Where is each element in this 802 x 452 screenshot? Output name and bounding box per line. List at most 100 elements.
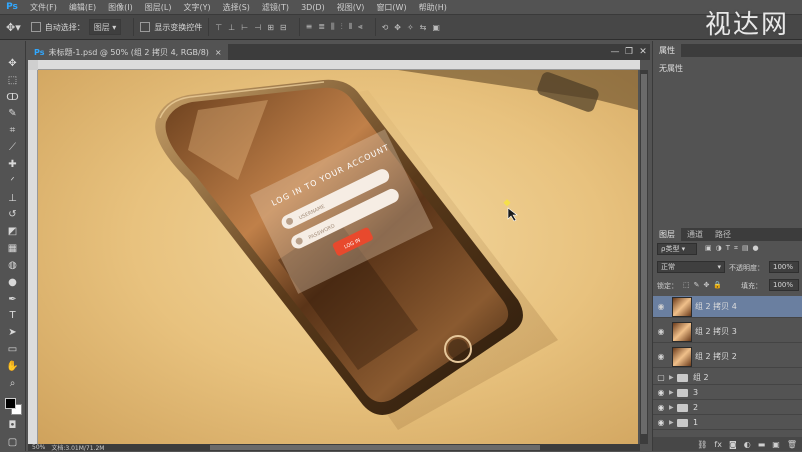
horizontal-scroll-thumb[interactable] [210, 445, 540, 450]
tab-layers[interactable]: 图层 [653, 228, 681, 241]
color-swatches[interactable] [3, 396, 23, 418]
distribute-icons[interactable]: ≡≣⫼⫶⫴⫷ [306, 22, 369, 32]
document-canvas[interactable]: LOG IN TO YOUR ACCOUNT USERNAME PASSWORD… [38, 70, 638, 444]
move-tool-icon[interactable]: ✥ [4, 55, 22, 72]
eraser-tool-icon[interactable]: ◩ [4, 223, 22, 240]
vertical-scroll-thumb[interactable] [641, 74, 647, 434]
quick-mask-icon[interactable]: ◘ [4, 417, 22, 434]
window-close-button[interactable]: ✕ [636, 47, 650, 57]
folder-icon [677, 403, 688, 412]
tab-paths[interactable]: 路径 [709, 228, 737, 241]
mask-icon[interactable]: ◙ [729, 440, 737, 449]
new-group-icon[interactable]: ▬ [758, 440, 766, 449]
tab-channels[interactable]: 通道 [681, 228, 709, 241]
group-row[interactable]: ◉ ▶ 3 [653, 386, 802, 400]
photoshop-logo: Ps [6, 2, 18, 12]
show-transform-checkbox[interactable] [140, 22, 151, 32]
eye-icon[interactable]: ◉ [653, 327, 669, 336]
vertical-ruler [28, 70, 38, 444]
menu-edit[interactable]: 编辑(E) [63, 2, 102, 13]
shape-tool-icon[interactable]: ▭ [4, 341, 22, 358]
options-bar: ✥▾ 自动选择： 图层 ▾ 显示变换控件 ⊤⊥⊢⊣⊞⊟ ≡≣⫼⫶⫴⫷ ⟲✥✧⇆▣ [0, 14, 802, 40]
menu-file[interactable]: 文件(F) [24, 2, 63, 13]
minimize-button[interactable]: — [608, 47, 622, 57]
lasso-tool-icon[interactable]: ↀ [4, 89, 22, 106]
layer-row[interactable]: ◉ 组 2 拷贝 2 [653, 346, 802, 368]
move-tool-icon[interactable]: ✥▾ [6, 21, 21, 34]
type-tool-icon[interactable]: T [4, 307, 22, 324]
align-icons[interactable]: ⊤⊥⊢⊣⊞⊟ [215, 23, 292, 32]
document-tab[interactable]: Ps 未标题-1.psd @ 50% (组 2 拷贝 4, RGB/8) × [28, 44, 228, 60]
properties-tabs: 属性 [653, 44, 802, 57]
menu-select[interactable]: 选择(S) [217, 2, 256, 13]
group-row[interactable]: ◉ ▶ 2 [653, 401, 802, 415]
eyedropper-tool-icon[interactable]: ⟋ [4, 139, 22, 156]
menu-type[interactable]: 文字(Y) [177, 2, 216, 13]
new-layer-icon[interactable]: ▣ [772, 440, 780, 449]
tab-properties[interactable]: 属性 [653, 44, 681, 57]
quick-select-tool-icon[interactable]: ✎ [4, 105, 22, 122]
screen-mode-icon[interactable]: ▢ [4, 434, 22, 451]
eye-hidden-icon[interactable]: ▢ [653, 373, 669, 382]
layer-row[interactable]: ◉ 组 2 拷贝 3 [653, 321, 802, 343]
vertical-scrollbar[interactable] [640, 70, 648, 444]
eye-icon[interactable]: ◉ [653, 403, 669, 412]
eye-icon[interactable]: ◉ [653, 388, 669, 397]
eye-icon[interactable]: ◉ [653, 302, 669, 311]
dodge-tool-icon[interactable]: ● [4, 274, 22, 291]
layer-filter-dropdown[interactable]: ρ类型 ▾ [657, 243, 697, 255]
fx-icon[interactable]: fx [714, 440, 722, 449]
lock-label: 锁定： [657, 282, 678, 290]
opacity-input[interactable]: 100% [769, 261, 799, 273]
eye-icon[interactable]: ◉ [653, 418, 669, 427]
auto-select-checkbox[interactable] [30, 22, 41, 32]
auto-select-target-dropdown[interactable]: 图层 ▾ [88, 19, 122, 35]
eye-icon[interactable]: ◉ [653, 352, 669, 361]
blend-mode-dropdown[interactable]: 正常 ▾ [657, 261, 725, 273]
zoom-tool-icon[interactable]: ⌕ [4, 375, 22, 392]
fill-input[interactable]: 100% [769, 279, 799, 291]
expand-arrow-icon[interactable]: ▶ [669, 404, 677, 411]
menu-help[interactable]: 帮助(H) [413, 2, 453, 13]
path-select-tool-icon[interactable]: ➤ [4, 324, 22, 341]
menu-window[interactable]: 窗口(W) [370, 2, 412, 13]
stamp-tool-icon[interactable]: ⊥ [4, 190, 22, 207]
zoom-level[interactable]: 50% [32, 444, 45, 451]
gradient-tool-icon[interactable]: ▦ [4, 240, 22, 257]
layer-name: 组 2 拷贝 3 [695, 327, 737, 336]
trash-icon[interactable]: 🗑 [787, 440, 797, 449]
menu-bar: Ps 文件(F) 编辑(E) 图像(I) 图层(L) 文字(Y) 选择(S) 滤… [0, 0, 802, 14]
menu-view[interactable]: 视图(V) [331, 2, 371, 13]
blur-tool-icon[interactable]: ◍ [4, 257, 22, 274]
menu-filter[interactable]: 滤镜(T) [256, 2, 295, 13]
document-close-button[interactable]: × [215, 48, 222, 57]
mouse-cursor-icon [503, 199, 518, 222]
expand-arrow-icon[interactable]: ▶ [669, 419, 677, 426]
3d-mode-icons[interactable]: ⟲✥✧⇆▣ [382, 23, 446, 32]
group-row[interactable]: ◉ ▶ 1 [653, 416, 802, 430]
healing-tool-icon[interactable]: ✚ [4, 156, 22, 173]
menu-layer[interactable]: 图层(L) [139, 2, 178, 13]
expand-arrow-icon[interactable]: ▶ [669, 389, 677, 396]
hand-tool-icon[interactable]: ✋ [4, 358, 22, 375]
home-button-inner [448, 339, 468, 359]
pen-tool-icon[interactable]: ✒ [4, 291, 22, 308]
layer-row[interactable]: ◉ 组 2 拷贝 4 [653, 296, 802, 318]
restore-button[interactable]: ❐ [622, 47, 636, 57]
divider [133, 18, 135, 36]
horizontal-scrollbar[interactable] [150, 444, 640, 451]
foreground-color[interactable] [4, 397, 16, 409]
filter-icons[interactable]: ▣◑T⌗▤● [705, 244, 763, 253]
lock-icons[interactable]: ⬚✎✥🔒 [683, 281, 726, 289]
history-brush-tool-icon[interactable]: ↺ [4, 206, 22, 223]
menu-3d[interactable]: 3D(D) [295, 3, 331, 12]
expand-arrow-icon[interactable]: ▶ [669, 374, 677, 381]
group-row[interactable]: ▢ ▶ 组 2 [653, 371, 802, 385]
menu-image[interactable]: 图像(I) [102, 2, 139, 13]
adjustment-icon[interactable]: ◐ [744, 440, 751, 449]
link-layers-icon[interactable]: ⛓ [697, 440, 707, 449]
crop-tool-icon[interactable]: ⌗ [4, 122, 22, 139]
document-title: 未标题-1.psd @ 50% (组 2 拷贝 4, RGB/8) [48, 47, 209, 57]
marquee-tool-icon[interactable]: ⬚ [4, 72, 22, 89]
brush-tool-icon[interactable]: ᐟ [4, 173, 22, 190]
